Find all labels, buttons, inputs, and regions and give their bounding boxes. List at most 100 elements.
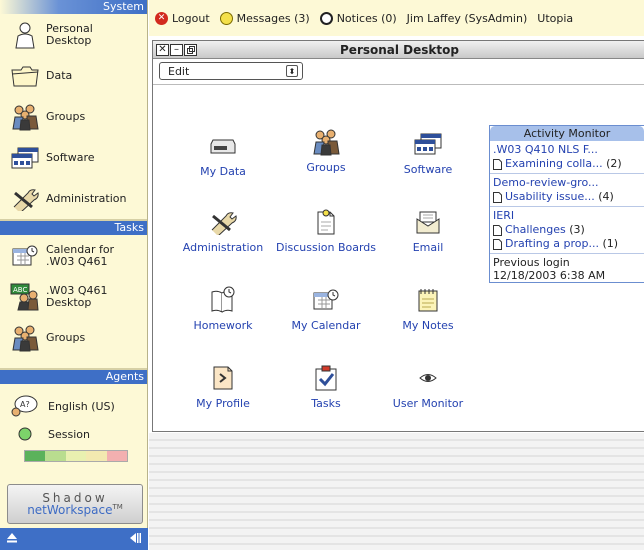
tools-icon [207, 207, 239, 237]
folder-icon [10, 62, 40, 90]
desktop-icon-email[interactable]: Email [373, 207, 483, 254]
sidebar-item-groups[interactable]: Groups [0, 96, 147, 137]
desktop-icon-tasks[interactable]: Tasks [271, 363, 381, 410]
sidebar-item-label: Data [46, 68, 73, 82]
sidebar-item-task-groups[interactable]: Groups [0, 317, 147, 358]
previous-login-value: 12/18/2003 6:38 AM [493, 269, 606, 282]
notice-light-icon [319, 11, 333, 25]
personal-desktop-window: ✕ – Personal Desktop Edit ⬍ My Data Grou… [152, 40, 644, 432]
desktop-icon-my-notes[interactable]: My Notes [373, 285, 483, 332]
session-meter-segment [25, 451, 46, 461]
desktop-background [149, 433, 644, 550]
eject-icon[interactable] [6, 532, 18, 547]
document-icon [493, 158, 502, 170]
tasks-icon [310, 363, 342, 393]
brand-line2: netWorkspace [27, 503, 113, 517]
document-icon [493, 191, 502, 203]
software-icon [412, 129, 444, 159]
desktop-icon-label: Software [403, 163, 453, 176]
restore-icon [186, 45, 195, 54]
desktop-icon-administration[interactable]: Administration [168, 207, 278, 254]
desktop-icon-label: Tasks [311, 397, 341, 410]
activity-item-count: (2) [606, 157, 622, 170]
notices-button[interactable]: Notices (0) [319, 11, 397, 25]
groups-icon [10, 103, 40, 131]
logout-button[interactable]: ✕ Logout [155, 11, 210, 25]
collapse-sidebar-icon[interactable] [128, 532, 142, 547]
sidebar-item-label: Administration [46, 191, 127, 205]
window-title: Personal Desktop [340, 42, 459, 57]
desktop-icon-groups[interactable]: Groups [271, 127, 381, 174]
desktop-icon-label: My Data [200, 165, 246, 178]
close-window-button[interactable]: ✕ [156, 43, 169, 56]
activity-monitor-title: Activity Monitor [490, 126, 644, 141]
session-meter-segment [65, 451, 87, 461]
messages-button[interactable]: Messages (3) [219, 11, 310, 25]
activity-item[interactable]: Examining colla... (2) [493, 157, 641, 171]
top-bar: ✕ Logout Messages (3) Notices (0) Jim La… [149, 0, 644, 36]
activity-group-link[interactable]: Demo-review-gro... [493, 176, 641, 190]
sidebar-item-label: Groups [46, 109, 86, 123]
activity-item[interactable]: Usability issue... (4) [493, 190, 641, 204]
sidebar-item-data[interactable]: Data [0, 55, 147, 96]
speech-bubble-icon: A? [10, 394, 40, 418]
divider [153, 84, 644, 85]
session-label: Session [48, 427, 90, 441]
previous-login: Previous login 12/18/2003 6:38 AM [490, 254, 644, 284]
desktop-icon-my-calendar[interactable]: My Calendar [271, 285, 381, 332]
profile-icon [207, 363, 239, 393]
activity-group: .W03 Q410 NLS F... Examining colla... (2… [490, 141, 644, 174]
activity-group: Demo-review-gro... Usability issue... (4… [490, 174, 644, 207]
activity-item-count: (1) [602, 237, 619, 250]
edit-select[interactable]: Edit ⬍ [159, 62, 303, 80]
session-meter-segment [45, 451, 66, 461]
organization: Utopia [537, 11, 574, 25]
sidebar-item-administration[interactable]: Administration [0, 178, 147, 219]
brand-logo[interactable]: Shadow netWorkspaceTM [7, 484, 143, 524]
document-icon [493, 224, 502, 236]
tools-icon [10, 185, 40, 213]
desktop-icon-label: Groups [306, 161, 346, 174]
activity-group: IERI Challenges (3) Drafting a prop... (… [490, 207, 644, 254]
activity-item-count: (3) [569, 223, 585, 236]
desktop-icon-label: Email [412, 241, 444, 254]
activity-item-link: Usability issue... [505, 190, 595, 203]
current-user: Jim Laffey (SysAdmin) [406, 11, 528, 25]
desktop-icon-user-monitor[interactable]: User Monitor [373, 363, 483, 410]
desktop-icon-homework[interactable]: Homework [168, 285, 278, 332]
sidebar-item-w03-desktop[interactable]: ABC .W03 Q461 Desktop [0, 276, 147, 317]
activity-item-count: (4) [598, 190, 614, 203]
sidebar-item-personal-desktop[interactable]: Personal Desktop [0, 14, 147, 55]
activity-monitor: Activity Monitor .W03 Q410 NLS F... Exam… [489, 125, 644, 283]
notes-icon [412, 285, 444, 315]
activity-group-link[interactable]: .W03 Q410 NLS F... [493, 143, 641, 157]
svg-text:ABC: ABC [13, 286, 27, 294]
sidebar-item-calendar[interactable]: Calendar for .W03 Q461 [0, 235, 147, 276]
desktop-icon-my-data[interactable]: My Data [168, 131, 278, 178]
sidebar-item-software[interactable]: Software [0, 137, 147, 178]
activity-item[interactable]: Drafting a prop... (1) [493, 237, 641, 251]
desktop-icon-discussion-boards[interactable]: Discussion Boards [271, 207, 381, 254]
desktop-icon-my-profile[interactable]: My Profile [168, 363, 278, 410]
window-title-bar[interactable]: ✕ – Personal Desktop [153, 41, 644, 59]
sidebar: System Personal Desktop Data Groups Softw… [0, 0, 148, 550]
restore-window-button[interactable] [184, 43, 197, 56]
activity-item-link: Examining colla... [505, 157, 603, 170]
activity-item-link: Drafting a prop... [505, 237, 599, 250]
activity-item[interactable]: Challenges (3) [493, 223, 641, 237]
minimize-window-button[interactable]: – [170, 43, 183, 56]
groups-icon [10, 324, 40, 352]
session-agent[interactable]: Session [0, 420, 147, 448]
system-header: System [0, 0, 147, 14]
brand-tm: TM [112, 503, 123, 511]
activity-group-link[interactable]: IERI [493, 209, 641, 223]
desktop-icon-software[interactable]: Software [373, 129, 483, 176]
desktop-icon-label: My Notes [402, 319, 454, 332]
software-icon [10, 144, 40, 172]
edit-select-value: Edit [168, 64, 190, 78]
session-meter [24, 450, 128, 462]
language-agent[interactable]: A? English (US) [0, 392, 147, 420]
logout-label: Logout [172, 11, 210, 25]
desktop-icon-label: User Monitor [392, 397, 464, 410]
document-icon [493, 238, 502, 250]
